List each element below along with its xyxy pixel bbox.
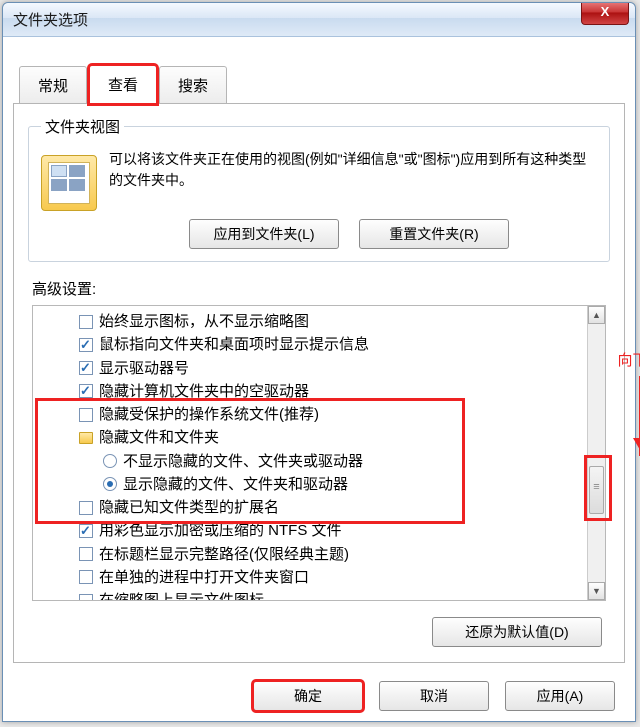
- list-item[interactable]: 隐藏计算机文件夹中的空驱动器: [39, 380, 603, 403]
- list-item[interactable]: 显示驱动器号: [39, 357, 603, 380]
- scroll-down-button[interactable]: ▼: [588, 582, 605, 600]
- checkbox-icon[interactable]: [79, 361, 93, 375]
- ok-button[interactable]: 确定: [253, 681, 363, 711]
- apply-to-folders-button[interactable]: 应用到文件夹(L): [189, 219, 339, 249]
- checkbox-icon[interactable]: [79, 384, 93, 398]
- list-item[interactable]: 在缩略图上显示文件图标: [39, 589, 603, 601]
- close-button[interactable]: X: [581, 3, 629, 25]
- radio-icon[interactable]: [103, 477, 117, 491]
- list-item[interactable]: 鼠标指向文件夹和桌面项时显示提示信息: [39, 333, 603, 356]
- advanced-tree: 始终显示图标，从不显示缩略图 鼠标指向文件夹和桌面项时显示提示信息 显示驱动器号…: [39, 310, 603, 601]
- checkbox-icon[interactable]: [79, 338, 93, 352]
- list-item[interactable]: 隐藏受保护的操作系统文件(推荐): [39, 403, 603, 426]
- folder-view-legend: 文件夹视图: [41, 116, 124, 137]
- dialog-footer: 确定 取消 应用(A): [3, 681, 635, 711]
- advanced-box-wrap: 始终显示图标，从不显示缩略图 鼠标指向文件夹和桌面项时显示提示信息 显示驱动器号…: [32, 305, 606, 601]
- list-item[interactable]: 在单独的进程中打开文件夹窗口: [39, 566, 603, 589]
- reset-folders-button[interactable]: 重置文件夹(R): [359, 219, 509, 249]
- list-item[interactable]: 用彩色显示加密或压缩的 NTFS 文件: [39, 519, 603, 542]
- folder-view-group: 文件夹视图 可以将该文件夹正在使用的视图(例如"详细信息"或"图标")应用到所有…: [28, 116, 610, 262]
- folder-view-desc: 可以将该文件夹正在使用的视图(例如"详细信息"或"图标")应用到所有这种类型的文…: [109, 145, 597, 191]
- scrollbar[interactable]: ▲ ▼: [587, 306, 605, 600]
- checkbox-icon[interactable]: [79, 315, 93, 329]
- checkbox-icon[interactable]: [79, 524, 93, 538]
- window-title: 文件夹选项: [13, 9, 88, 30]
- advanced-listbox[interactable]: 始终显示图标，从不显示缩略图 鼠标指向文件夹和桌面项时显示提示信息 显示驱动器号…: [32, 305, 606, 601]
- tab-panel-view: 文件夹视图 可以将该文件夹正在使用的视图(例如"详细信息"或"图标")应用到所有…: [13, 103, 625, 663]
- advanced-label: 高级设置:: [32, 278, 614, 299]
- list-item[interactable]: 显示隐藏的文件、文件夹和驱动器: [39, 473, 603, 496]
- checkbox-icon[interactable]: [79, 501, 93, 515]
- list-item[interactable]: 不显示隐藏的文件、文件夹或驱动器: [39, 450, 603, 473]
- apply-button[interactable]: 应用(A): [505, 681, 615, 711]
- restore-defaults-button[interactable]: 还原为默认值(D): [432, 617, 602, 647]
- checkbox-icon[interactable]: [79, 547, 93, 561]
- annotation-scroll-hint: 向下拉: [612, 349, 640, 456]
- tab-search[interactable]: 搜索: [159, 66, 227, 104]
- cancel-button[interactable]: 取消: [379, 681, 489, 711]
- tab-general[interactable]: 常规: [19, 66, 87, 104]
- tab-strip: 常规 查看 搜索: [19, 65, 625, 103]
- checkbox-icon[interactable]: [79, 408, 93, 422]
- list-item[interactable]: 隐藏已知文件类型的扩展名: [39, 496, 603, 519]
- titlebar: 文件夹选项 X: [3, 3, 635, 37]
- checkbox-icon[interactable]: [79, 594, 93, 601]
- radio-icon[interactable]: [103, 454, 117, 468]
- folder-icon: [79, 432, 93, 444]
- list-item[interactable]: 在标题栏显示完整路径(仅限经典主题): [39, 543, 603, 566]
- list-item: 隐藏文件和文件夹: [39, 426, 603, 449]
- list-item[interactable]: 始终显示图标，从不显示缩略图: [39, 310, 603, 333]
- client-area: 常规 查看 搜索 文件夹视图 可以将该文件夹正在使用的视图(例如"详细信息"或"…: [3, 37, 635, 673]
- folder-view-icon: [41, 155, 97, 211]
- tab-view[interactable]: 查看: [89, 65, 157, 104]
- checkbox-icon[interactable]: [79, 570, 93, 584]
- folder-options-window: 文件夹选项 X 常规 查看 搜索 文件夹视图 可以将该文件夹正在使用的视图(例如…: [2, 2, 636, 722]
- scroll-thumb[interactable]: [589, 466, 604, 514]
- scroll-up-button[interactable]: ▲: [588, 306, 605, 324]
